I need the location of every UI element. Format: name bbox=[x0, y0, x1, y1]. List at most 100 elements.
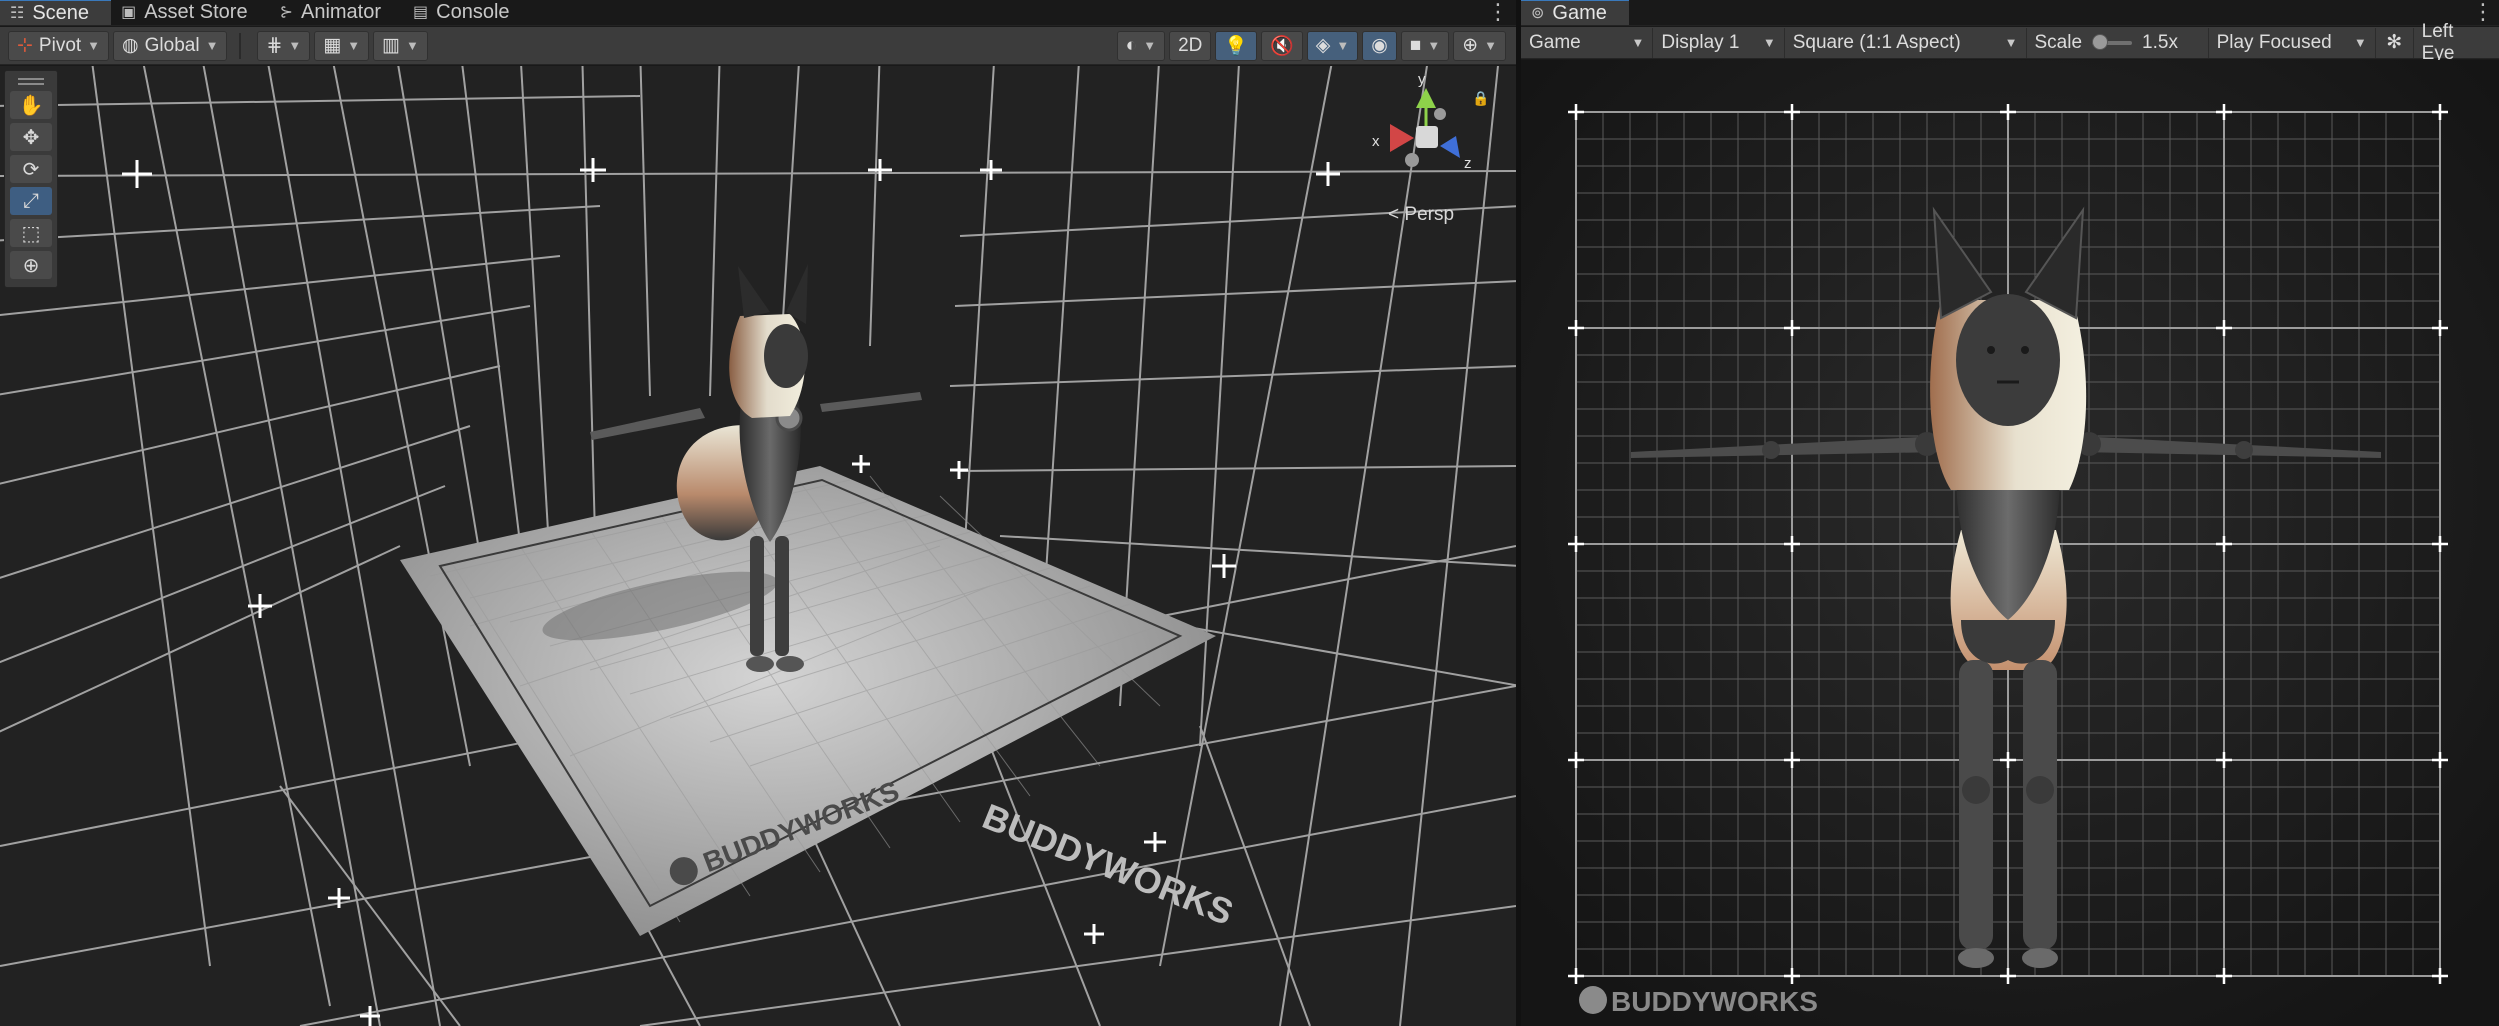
game-character-left-foot bbox=[1958, 948, 1994, 968]
bug-icon: ✻ bbox=[2386, 32, 2403, 53]
chevron-down-icon: ▼ bbox=[406, 38, 419, 53]
scene-visibility-toggle[interactable]: ◉ bbox=[1362, 30, 1397, 61]
play-focused-dropdown[interactable]: Play Focused ▼ bbox=[2209, 27, 2376, 58]
game-brand: BUDDYWORKS bbox=[1579, 986, 1818, 1017]
orientation-gizmo[interactable]: y x z bbox=[1360, 74, 1480, 184]
gizmo-z-label: z bbox=[1464, 155, 1472, 172]
grid-snap-button[interactable]: ▦ ▼ bbox=[314, 30, 370, 61]
display-label: Display 1 bbox=[1661, 31, 1740, 53]
character-right-foot bbox=[776, 656, 804, 672]
character-left-leg bbox=[750, 536, 764, 656]
scale-slider[interactable] bbox=[2092, 33, 2133, 50]
move-tool[interactable]: ✥ bbox=[10, 123, 52, 151]
rotate-tool[interactable]: ⟳ bbox=[10, 155, 52, 183]
character-left-arm bbox=[590, 408, 705, 440]
animator-icon: ⊱ bbox=[279, 4, 293, 21]
global-dropdown[interactable]: ◍ Global ▼ bbox=[113, 30, 228, 61]
tab-label: Game bbox=[1552, 1, 1607, 24]
game-character-right-foot bbox=[2022, 948, 2058, 968]
game-mode-label: Game bbox=[1529, 31, 1581, 53]
chevron-down-icon: ▼ bbox=[1631, 35, 1645, 50]
projection-toggle[interactable]: < Persp bbox=[1388, 204, 1454, 226]
audio-toggle[interactable]: 🔇 bbox=[1261, 30, 1303, 61]
chevron-down-icon: ▼ bbox=[1143, 38, 1157, 53]
tab-scene[interactable]: ☷ Scene bbox=[0, 0, 112, 25]
hand-tool[interactable]: ✋ bbox=[10, 91, 52, 119]
scene-render: BUDDYWORKS BUDDYWORKS bbox=[0, 66, 1516, 1026]
chevron-down-icon: ▼ bbox=[87, 38, 101, 53]
aspect-label: Square (1:1 Aspect) bbox=[1792, 31, 1961, 53]
gizmo-center-cube[interactable] bbox=[1416, 126, 1438, 148]
grid-snap-icon: ▦ bbox=[323, 35, 342, 56]
toggle-2d-label: 2D bbox=[1178, 34, 1203, 56]
stats-button[interactable]: ✻ bbox=[2376, 27, 2414, 58]
gizmos-dropdown[interactable]: ⊕ ▼ bbox=[1453, 30, 1506, 61]
rect-tool[interactable]: ⬚ bbox=[10, 219, 52, 247]
game-toolbar: Game ▼ Display 1 ▼ Square (1:1 Aspect) ▼… bbox=[1521, 21, 2499, 64]
eye-dropdown[interactable]: Left Eye bbox=[2414, 21, 2499, 64]
lightbulb-icon: 💡 bbox=[1224, 35, 1249, 57]
game-render: BUDDYWORKS bbox=[1521, 60, 2499, 1026]
grid-visibility-button[interactable]: ▥ ▼ bbox=[373, 30, 428, 61]
camera-icon: ■ bbox=[1409, 34, 1422, 56]
palette-grip-icon[interactable] bbox=[5, 75, 57, 87]
game-character-left-leg bbox=[1959, 660, 1993, 950]
game-character-head bbox=[1956, 294, 2060, 426]
game-viewport[interactable]: BUDDYWORKS bbox=[1521, 60, 2499, 1026]
tab-game[interactable]: ⊚ Game bbox=[1521, 0, 1629, 25]
gizmo-x-cone[interactable] bbox=[1390, 124, 1414, 152]
toolbar-separator bbox=[239, 32, 242, 59]
chevron-down-icon: ▼ bbox=[2353, 35, 2367, 50]
hand-icon: ✋ bbox=[18, 94, 44, 117]
gizmo-z-cone[interactable] bbox=[1440, 136, 1460, 158]
scale-value: 1.5x bbox=[2142, 31, 2178, 53]
display-dropdown[interactable]: Display 1 ▼ bbox=[1653, 27, 1785, 58]
chevron-down-icon: ▼ bbox=[347, 38, 361, 53]
scene-menu-icon[interactable]: ⋮ bbox=[1486, 0, 1510, 26]
tab-console[interactable]: ▤ Console bbox=[403, 0, 532, 25]
toggle-2d-button[interactable]: 2D bbox=[1169, 30, 1212, 61]
chevron-down-icon: ▼ bbox=[205, 38, 219, 53]
tab-label: Asset Store bbox=[144, 0, 248, 23]
tab-label: Animator bbox=[300, 0, 382, 23]
draw-mode-button[interactable]: ◐ ▼ bbox=[1116, 30, 1166, 61]
tab-label: Console bbox=[436, 0, 510, 23]
game-character-right-leg bbox=[2023, 660, 2057, 950]
scale-slider-knob[interactable] bbox=[2092, 33, 2109, 50]
scale-control[interactable]: Scale 1.5x bbox=[2027, 27, 2209, 58]
globe-icon: ◍ bbox=[122, 35, 139, 56]
pivot-label: Pivot bbox=[38, 34, 82, 56]
character-right-arm bbox=[820, 392, 922, 412]
transform-tool[interactable]: ⊕ bbox=[10, 251, 52, 279]
gizmo-x-label: x bbox=[1372, 133, 1380, 150]
shading-sphere-icon: ◐ bbox=[1125, 34, 1138, 56]
lock-icon[interactable]: 🔒 bbox=[1472, 90, 1489, 107]
character-right-leg bbox=[775, 536, 789, 656]
tab-asset-store[interactable]: ▣ Asset Store bbox=[111, 0, 270, 25]
camera-dropdown[interactable]: ■ ▼ bbox=[1400, 30, 1450, 61]
character-left-foot bbox=[746, 656, 774, 672]
eye-label: Left Eye bbox=[2421, 20, 2455, 64]
rotate-icon: ⟳ bbox=[22, 158, 40, 181]
perspective-icon: < bbox=[1388, 204, 1400, 225]
tab-animator[interactable]: ⊱ Animator bbox=[270, 0, 403, 25]
gamepad-icon: ⊚ bbox=[1531, 5, 1545, 22]
effects-dropdown[interactable]: ◈ ▼ bbox=[1306, 30, 1359, 61]
scene-viewport[interactable]: BUDDYWORKS BUDDYWORKS y x z 🔒 < Persp ✋ … bbox=[0, 66, 1516, 1026]
move-icon: ✥ bbox=[22, 126, 40, 149]
scale-icon: ⤢ bbox=[23, 189, 39, 212]
chevron-down-icon: ▼ bbox=[1427, 38, 1441, 53]
lighting-toggle[interactable]: 💡 bbox=[1215, 30, 1258, 61]
snap-increment-button[interactable]: ⋕ ▼ bbox=[257, 30, 311, 61]
gizmo-y-cone[interactable] bbox=[1416, 88, 1436, 108]
aspect-dropdown[interactable]: Square (1:1 Aspect) ▼ bbox=[1785, 27, 2027, 58]
gizmo-globe-icon: ⊕ bbox=[1462, 35, 1479, 56]
character-head bbox=[764, 324, 808, 388]
global-label: Global bbox=[144, 34, 200, 56]
scale-tool[interactable]: ⤢ bbox=[10, 187, 52, 215]
layers-icon: ◈ bbox=[1315, 35, 1331, 56]
pivot-dropdown[interactable]: ⊹ Pivot ▼ bbox=[8, 30, 110, 61]
bag-icon: ▣ bbox=[121, 4, 137, 21]
audio-muted-icon: 🔇 bbox=[1270, 35, 1294, 57]
game-mode-dropdown[interactable]: Game ▼ bbox=[1521, 27, 1654, 58]
